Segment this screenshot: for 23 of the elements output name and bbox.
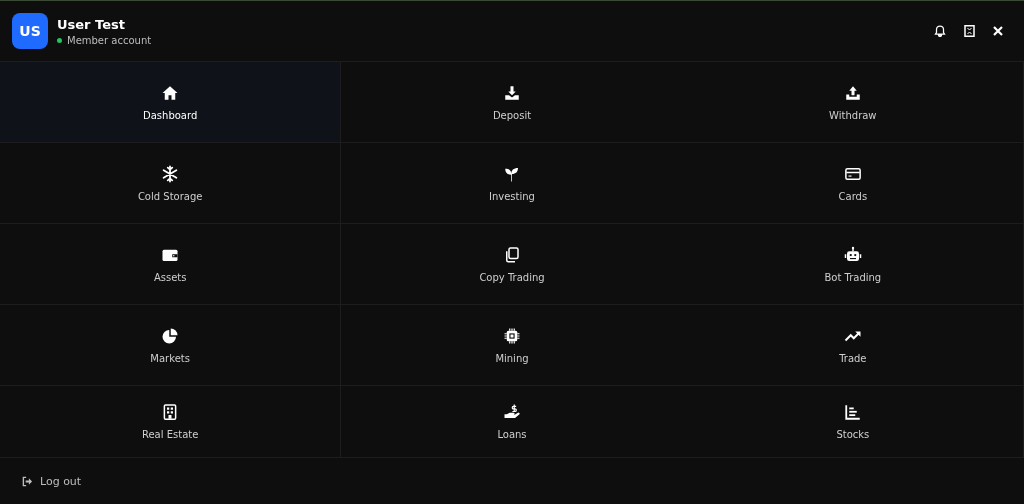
menu-tile[interactable]: Trade xyxy=(682,305,1024,386)
menu-tile[interactable]: Dashboard xyxy=(0,62,342,143)
logout-link[interactable]: Log out xyxy=(22,474,82,488)
copy-icon xyxy=(503,245,521,264)
chip-icon xyxy=(503,326,521,345)
hand-dollar-icon xyxy=(503,403,521,421)
menu-tile[interactable]: Withdraw xyxy=(682,62,1024,143)
account-type: Member account xyxy=(67,34,152,46)
close-button[interactable] xyxy=(993,26,1003,36)
notification-button[interactable] xyxy=(934,25,946,37)
menu-tile[interactable]: Bot Trading xyxy=(682,224,1024,305)
menu-tile[interactable]: Assets xyxy=(0,224,342,305)
bar-list-icon xyxy=(843,403,862,421)
user-avatar: US xyxy=(12,13,48,49)
pie-chart-icon xyxy=(161,326,180,345)
user-name: User Test xyxy=(57,16,126,32)
menu-tile[interactable]: Cards xyxy=(682,143,1024,224)
download-icon xyxy=(503,83,521,102)
menu-tile[interactable]: Cold Storage xyxy=(0,143,342,224)
menu-tile[interactable]: Markets xyxy=(0,305,342,386)
robot-icon xyxy=(843,245,862,264)
snowflake-icon xyxy=(161,164,180,183)
expand-button[interactable] xyxy=(964,25,975,37)
